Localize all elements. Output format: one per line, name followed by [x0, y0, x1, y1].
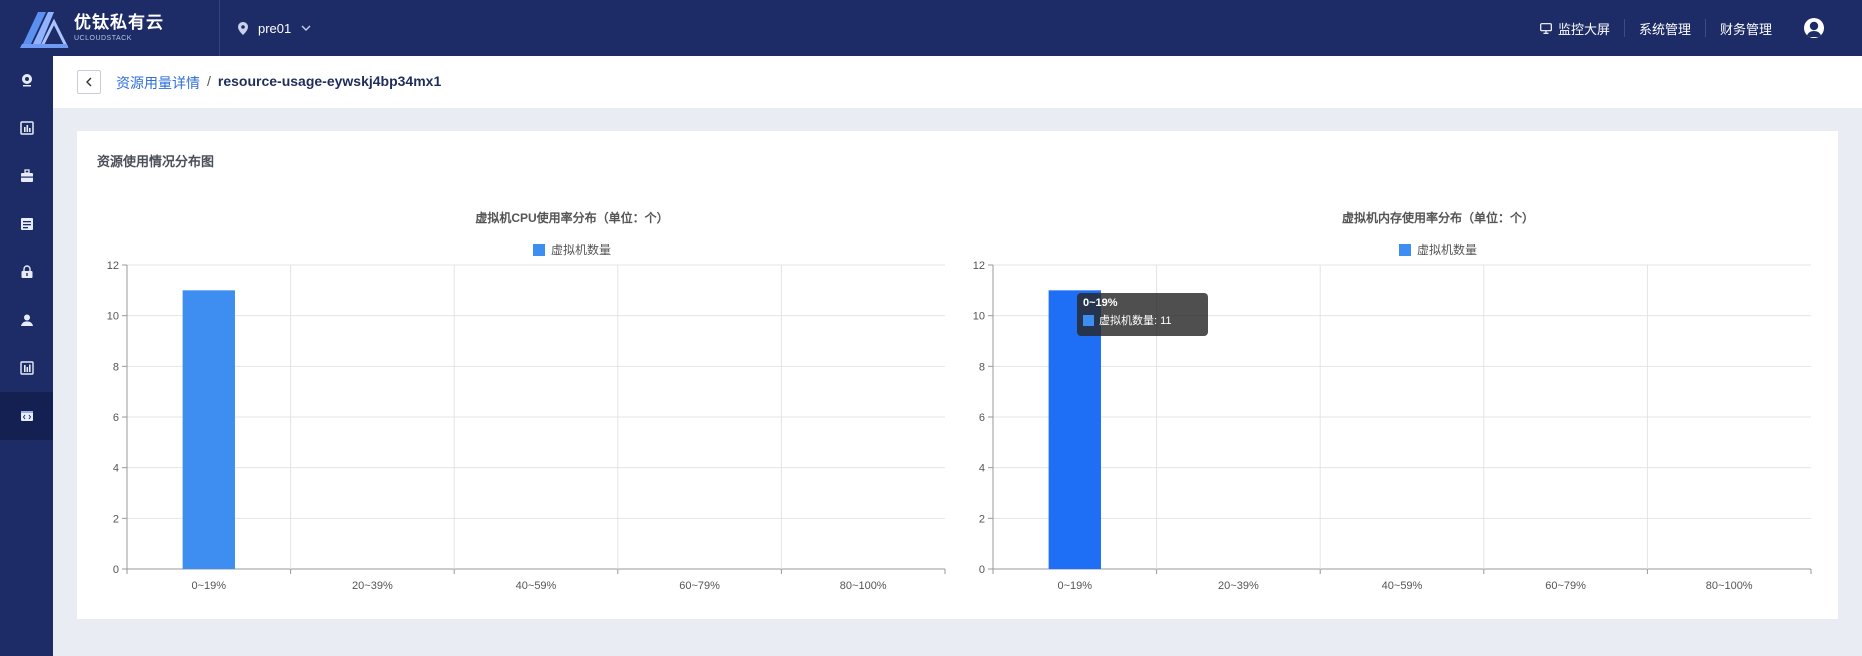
- breadcrumb-separator: /: [207, 73, 211, 89]
- breadcrumb-current: resource-usage-eywskj4bp34mx1: [217, 73, 442, 89]
- briefcase-icon: [20, 169, 33, 182]
- resource-usage-card: 资源使用情况分布图 虚拟机CPU使用率分布（单位：个） 虚拟机数量 024681…: [77, 131, 1838, 619]
- system-management-link[interactable]: 系统管理: [1623, 19, 1705, 37]
- y-tick-label: 8: [113, 361, 119, 373]
- x-tick-label: 60~79%: [1545, 580, 1586, 592]
- finance-management-label: 财务管理: [1719, 21, 1772, 37]
- y-tick-label: 0: [113, 564, 119, 576]
- tooltip-value: 虚拟机数量: 11: [1099, 315, 1172, 327]
- lock-icon: [21, 265, 32, 278]
- y-tick-label: 4: [113, 463, 119, 475]
- tooltip-swatch: [1083, 314, 1094, 326]
- sidebar-item-location[interactable]: [0, 56, 53, 104]
- topbar-divider: [219, 0, 220, 56]
- logo-mark-icon: [20, 12, 69, 48]
- user-silhouette-icon: [1806, 21, 1822, 37]
- y-tick-label: 6: [113, 412, 119, 424]
- sidebar-item-code-window[interactable]: [0, 392, 53, 440]
- y-tick-label: 10: [107, 311, 119, 323]
- logo-text: 优钛私有云 UCLOUDSTACK: [74, 14, 164, 42]
- user-manage-icon: [20, 314, 33, 326]
- back-button[interactable]: [77, 70, 101, 94]
- x-tick-label: 80~100%: [840, 580, 887, 592]
- region-selector[interactable]: pre01: [238, 18, 311, 38]
- y-tick-label: 10: [973, 311, 985, 323]
- code-window-icon: [20, 411, 33, 421]
- memory-chart-plot: 0 2 4 6 8 10 12 0~19% 20~39% 40~59% 60~79% 80~100%: [973, 260, 1812, 592]
- cpu-chart-plot: 0 2 4 6 8 10 12 0~19% 20~39% 40~59% 60~79% 80~100%: [107, 260, 946, 592]
- user-avatar-icon[interactable]: [1804, 18, 1824, 38]
- monitor-screen-label: 监控大屏: [1557, 21, 1610, 37]
- top-right-menu: 监控大屏 系统管理 财务管理: [1526, 0, 1824, 56]
- logo-subtitle: UCLOUDSTACK: [74, 35, 132, 42]
- logo-title: 优钛私有云: [74, 13, 164, 32]
- location-pin-icon: [238, 21, 248, 35]
- storage-icon: [20, 218, 33, 230]
- sidebar-item-bar-stats[interactable]: [0, 344, 53, 392]
- chart-tooltip: 0~19% 虚拟机数量: 11: [1077, 293, 1208, 336]
- x-tick-label: 80~100%: [1706, 580, 1753, 592]
- x-tick-label: 40~59%: [516, 580, 557, 592]
- x-tick-label: 20~39%: [352, 580, 393, 592]
- top-navigation-bar: 优钛私有云 UCLOUDSTACK pre01 监控大屏 系统管理 财务管理: [0, 0, 1862, 56]
- monitor-screen-link[interactable]: 监控大屏: [1526, 19, 1624, 37]
- sidebar-item-lock[interactable]: [0, 248, 53, 296]
- y-tick-label: 2: [979, 513, 985, 525]
- sidebar-item-storage[interactable]: [0, 200, 53, 248]
- breadcrumb-parent-link[interactable]: 资源用量详情: [116, 73, 200, 93]
- bar-stats-icon: [19, 361, 34, 375]
- x-tick-label: 60~79%: [679, 580, 720, 592]
- memory-usage-chart: 虚拟机内存使用率分布（单位：个） 虚拟机数量 0 2 4 6 8 10 12 0~19% 20~…: [943, 131, 1816, 619]
- y-tick-label: 8: [979, 361, 985, 373]
- sidebar-item-dashboard[interactable]: [0, 104, 53, 152]
- chevron-down-icon: [301, 25, 311, 31]
- cpu-usage-chart: 虚拟机CPU使用率分布（单位：个） 虚拟机数量 0 2 4 6 8 10 12 0~19% 20…: [77, 131, 950, 619]
- y-tick-label: 12: [973, 260, 985, 272]
- logo[interactable]: 优钛私有云 UCLOUDSTACK: [18, 6, 218, 50]
- chevron-left-icon: [86, 77, 92, 87]
- tooltip-title: 0~19%: [1083, 297, 1118, 309]
- breadcrumb: 资源用量详情 / resource-usage-eywskj4bp34mx1: [116, 73, 441, 93]
- bar: [182, 290, 235, 569]
- sidebar-item-user-manage[interactable]: [0, 296, 53, 344]
- dashboard-icon: [19, 121, 34, 135]
- x-tick-label: 40~59%: [1382, 580, 1423, 592]
- system-management-label: 系统管理: [1638, 21, 1691, 37]
- region-label: pre01: [258, 20, 292, 36]
- y-tick-label: 12: [107, 260, 119, 272]
- sidebar-item-briefcase[interactable]: [0, 152, 53, 200]
- breadcrumb-bar: 资源用量详情 / resource-usage-eywskj4bp34mx1: [53, 56, 1862, 108]
- y-tick-label: 4: [979, 463, 985, 475]
- finance-management-link[interactable]: 财务管理: [1704, 19, 1786, 37]
- y-tick-label: 2: [113, 513, 119, 525]
- x-tick-label: 0~19%: [192, 580, 227, 592]
- location-icon: [21, 74, 32, 87]
- tooltip-row: 虚拟机数量: 11: [1083, 312, 1202, 328]
- y-tick-label: 6: [979, 412, 985, 424]
- y-tick-label: 0: [979, 564, 985, 576]
- x-tick-label: 20~39%: [1218, 580, 1259, 592]
- sidebar: [0, 56, 53, 656]
- x-tick-label: 0~19%: [1058, 580, 1093, 592]
- monitor-icon: [1540, 22, 1552, 34]
